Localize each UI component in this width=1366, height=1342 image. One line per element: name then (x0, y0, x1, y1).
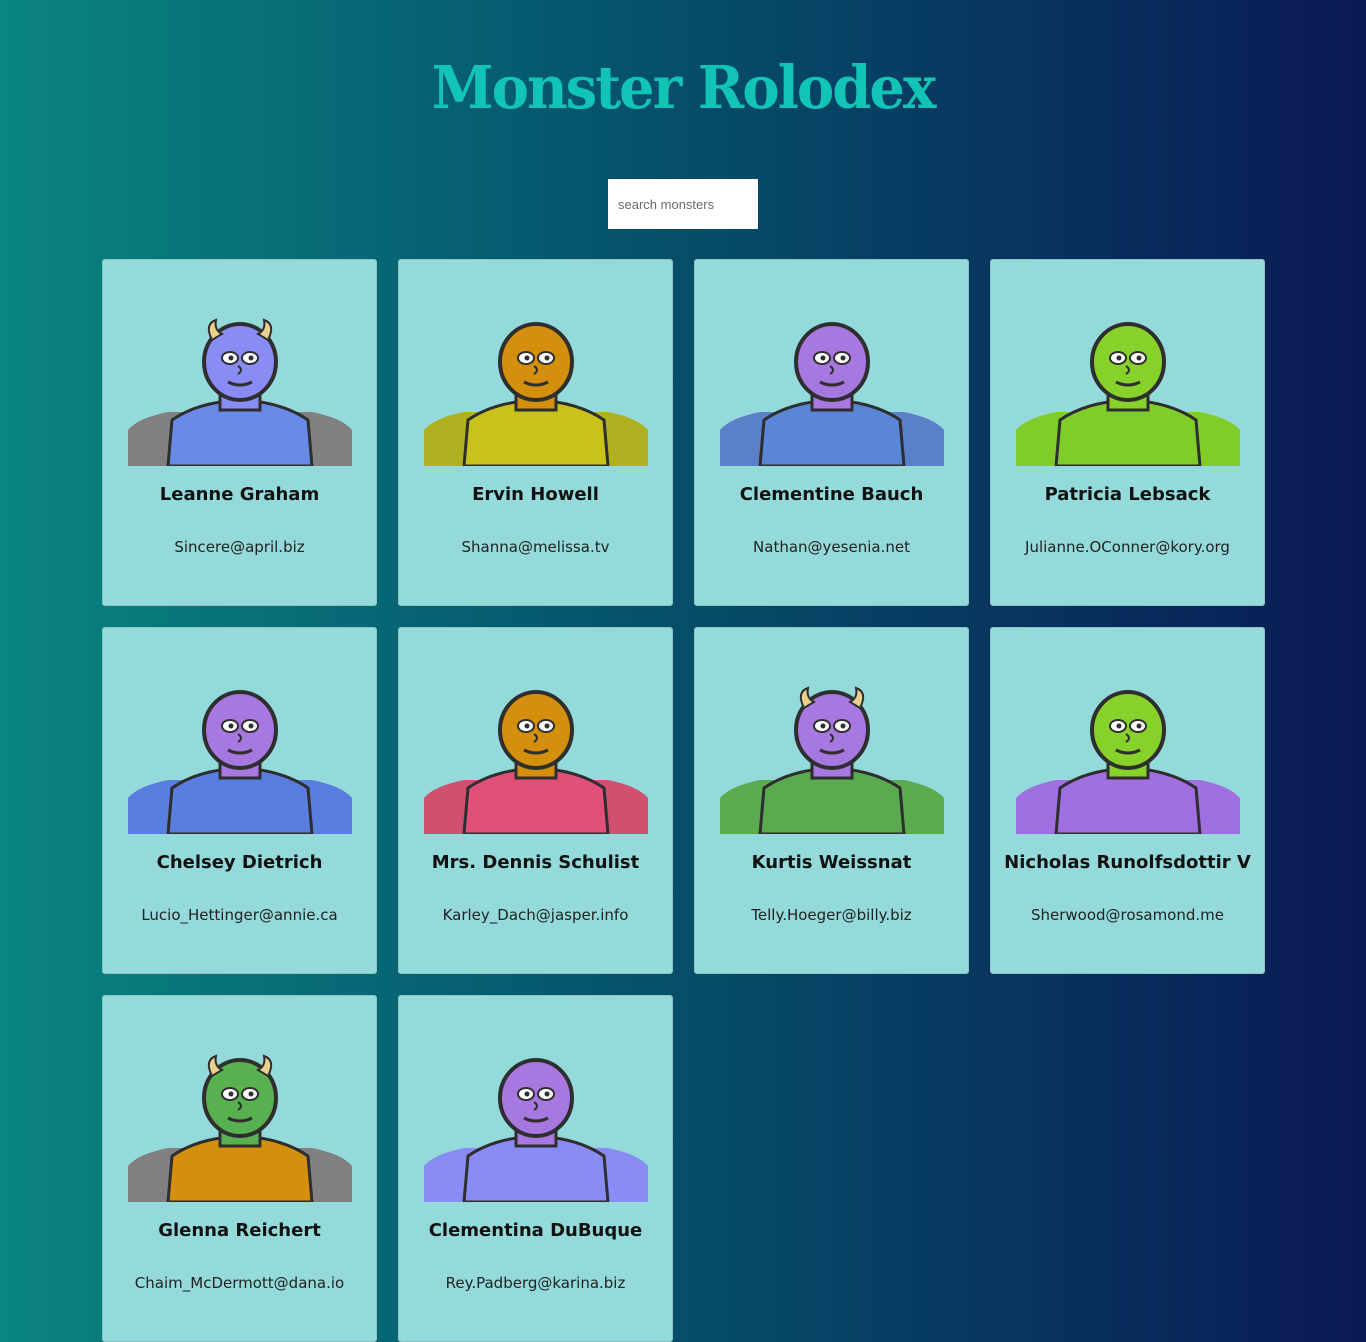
monster-email: Telly.Hoeger@billy.biz (751, 906, 912, 924)
monster-avatar-icon (423, 690, 648, 834)
monster-avatar-icon (719, 686, 944, 834)
monster-name: Kurtis Weissnat (751, 852, 912, 873)
monster-name: Mrs. Dennis Schulist (431, 852, 640, 873)
monster-email: Karley_Dach@jasper.info (442, 906, 629, 924)
monster-card[interactable]: Patricia Lebsack Julianne.OConner@kory.o… (990, 259, 1265, 606)
monster-avatar-icon (127, 318, 352, 466)
monster-card[interactable]: Kurtis Weissnat Telly.Hoeger@billy.biz (694, 627, 969, 974)
monster-name: Clementine Bauch (739, 484, 924, 505)
monster-email: Sincere@april.biz (174, 538, 305, 556)
monster-avatar-icon (127, 1054, 352, 1202)
monster-email: Sherwood@rosamond.me (1030, 906, 1224, 924)
monster-card[interactable]: Clementine Bauch Nathan@yesenia.net (694, 259, 969, 606)
monster-name: Glenna Reichert (158, 1220, 321, 1241)
monster-email: Julianne.OConner@kory.org (1025, 538, 1230, 556)
monster-avatar-icon (719, 322, 944, 466)
monster-email: Rey.Padberg@karina.biz (445, 1274, 626, 1292)
monster-avatar-icon (1015, 322, 1240, 466)
monster-card[interactable]: Nicholas Runolfsdottir V Sherwood@rosamo… (990, 627, 1265, 974)
monster-avatar-icon (1015, 690, 1240, 834)
monster-card[interactable]: Clementina DuBuque Rey.Padberg@karina.bi… (398, 995, 673, 1342)
monster-name: Patricia Lebsack (1044, 484, 1211, 505)
monster-avatar-icon (127, 690, 352, 834)
monster-card[interactable]: Ervin Howell Shanna@melissa.tv (398, 259, 673, 606)
monster-name: Chelsey Dietrich (156, 852, 323, 873)
monster-name: Ervin Howell (472, 484, 599, 505)
monster-card[interactable]: Leanne Graham Sincere@april.biz (102, 259, 377, 606)
monster-email: Lucio_Hettinger@annie.ca (141, 906, 338, 924)
monster-email: Chaim_McDermott@dana.io (134, 1274, 345, 1292)
monster-email: Shanna@melissa.tv (461, 538, 610, 556)
monster-name: Leanne Graham (159, 484, 320, 505)
monster-name: Clementina DuBuque (428, 1220, 643, 1241)
monster-rolodex-page: Monster Rolodex search monsters Leanne G… (0, 0, 1366, 1342)
monster-avatar-icon (423, 322, 648, 466)
monster-email: Nathan@yesenia.net (753, 538, 910, 556)
card-list: Leanne Graham Sincere@april.biz Ervin Ho… (102, 259, 1265, 1342)
page-title: Monster Rolodex (431, 53, 937, 123)
monster-name: Nicholas Runolfsdottir V (1004, 852, 1251, 873)
monster-card[interactable]: Glenna Reichert Chaim_McDermott@dana.io (102, 995, 377, 1342)
monster-card[interactable]: Chelsey Dietrich Lucio_Hettinger@annie.c… (102, 627, 377, 974)
monster-card[interactable]: Mrs. Dennis Schulist Karley_Dach@jasper.… (398, 627, 673, 974)
search-input[interactable] (608, 179, 758, 229)
monster-avatar-icon (423, 1058, 648, 1202)
